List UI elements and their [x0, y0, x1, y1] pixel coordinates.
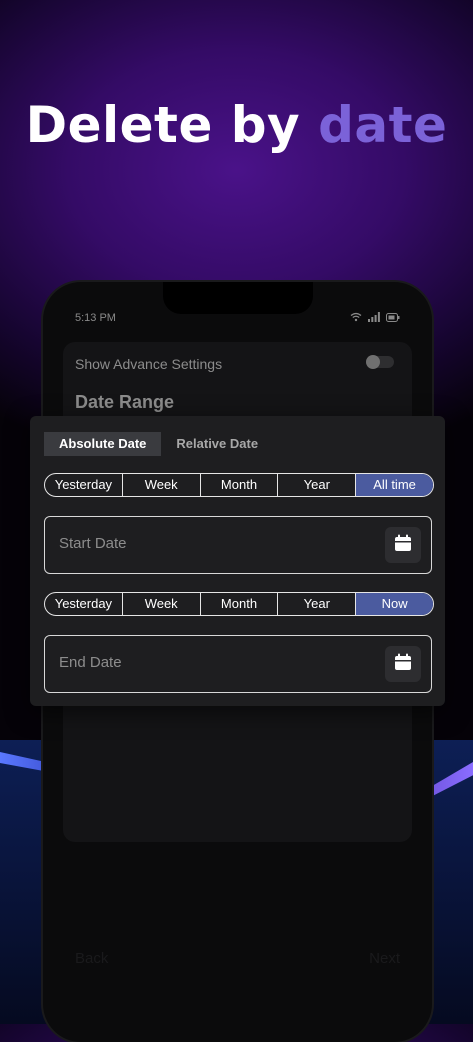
end-date-field[interactable]: End Date	[44, 635, 432, 693]
start-preset-year[interactable]: Year	[278, 474, 357, 496]
date-range-title: Date Range	[75, 392, 175, 412]
start-date-field[interactable]: Start Date	[44, 516, 432, 574]
start-preset-all-time[interactable]: All time	[356, 474, 433, 496]
headline-prefix: Delete by	[25, 96, 319, 154]
date-mode-tabs: Absolute Date Relative Date	[44, 432, 273, 456]
wifi-icon	[350, 312, 362, 322]
headline: Delete by date	[0, 96, 473, 154]
status-icons	[350, 312, 400, 322]
end-preset-month[interactable]: Month	[201, 593, 279, 615]
advance-settings-toggle[interactable]	[366, 355, 394, 369]
end-preset-now[interactable]: Now	[356, 593, 433, 615]
end-date-placeholder: End Date	[59, 654, 122, 671]
end-preset-row: Yesterday Week Month Year Now	[44, 592, 434, 616]
tab-relative-date[interactable]: Relative Date	[161, 432, 273, 456]
advance-settings-label: Show Advance Settings	[75, 356, 223, 372]
tab-absolute-date[interactable]: Absolute Date	[44, 432, 162, 456]
start-date-placeholder: Start Date	[59, 535, 127, 552]
start-preset-week[interactable]: Week	[123, 474, 201, 496]
headline-accent: date	[318, 96, 448, 154]
back-button[interactable]: Back	[75, 950, 108, 967]
signal-icon	[368, 312, 380, 322]
calendar-icon	[393, 533, 413, 558]
phone-notch	[163, 282, 313, 314]
start-preset-month[interactable]: Month	[201, 474, 279, 496]
date-range-panel: Absolute Date Relative Date Yesterday We…	[30, 416, 445, 706]
end-preset-year[interactable]: Year	[278, 593, 357, 615]
battery-icon	[386, 312, 400, 322]
end-preset-yesterday[interactable]: Yesterday	[45, 593, 123, 615]
status-time: 5:13 PM	[75, 312, 116, 324]
end-preset-week[interactable]: Week	[123, 593, 201, 615]
calendar-icon	[393, 652, 413, 677]
start-preset-yesterday[interactable]: Yesterday	[45, 474, 123, 496]
end-date-calendar-button[interactable]	[385, 646, 421, 682]
start-preset-row: Yesterday Week Month Year All time	[44, 473, 434, 497]
toggle-knob	[366, 355, 380, 369]
start-date-calendar-button[interactable]	[385, 527, 421, 563]
next-button[interactable]: Next	[369, 950, 400, 967]
